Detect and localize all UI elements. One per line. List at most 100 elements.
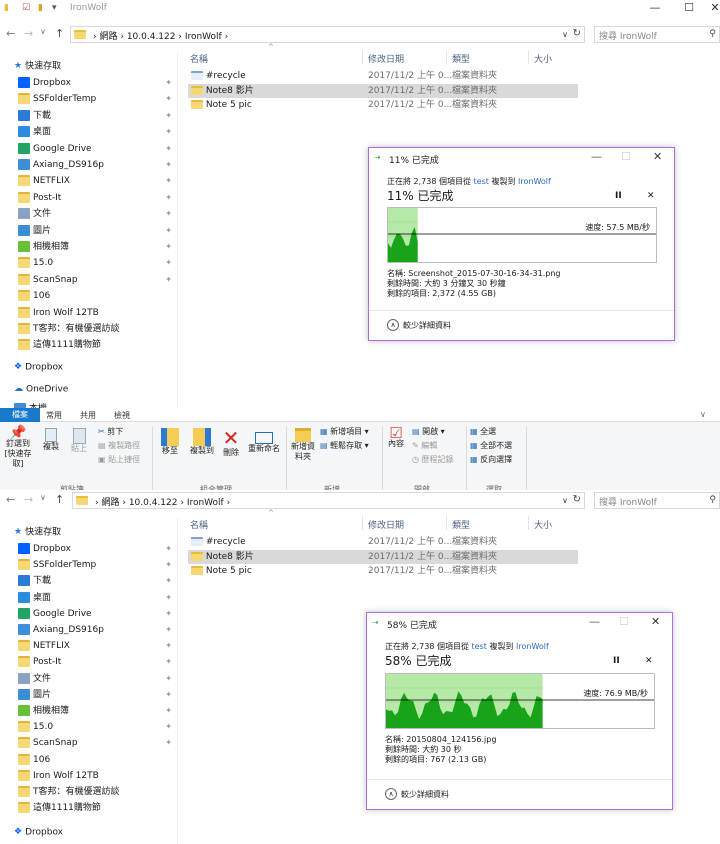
close-button[interactable]: ✕ [700,1,720,14]
cut-button[interactable]: ✂ 剪下 [98,426,123,437]
sidebar-item[interactable]: Axiang_DS916p ✦ [18,622,178,638]
sidebar-item[interactable]: 下載 ✦ [18,108,178,124]
sidebar-item[interactable]: Post-It ✦ [18,654,178,670]
expand-ribbon-icon[interactable]: ∨ [700,410,706,419]
back-arrow-icon[interactable]: ← [6,27,15,40]
sidebar-item[interactable]: 下載 ✦ [18,573,178,589]
sidebar-item[interactable]: T客邦：有機優選訪談 [18,784,178,800]
recent-locations-icon[interactable]: ∨ [40,27,46,36]
sidebar-item[interactable]: 文件 ✦ [18,206,178,222]
cancel-button[interactable]: ✕ [645,656,653,666]
back-arrow-icon[interactable]: ← [6,493,15,506]
forward-arrow-icon[interactable]: → [24,493,33,506]
up-arrow-icon[interactable]: ↑ [55,27,64,40]
column-size[interactable]: 大小 [534,518,552,531]
nav-onedrive[interactable]: ☁ OneDrive [14,381,174,397]
column-date[interactable]: 修改日期 [368,518,404,531]
address-dropdown-icon[interactable]: ∨ [562,496,568,505]
pause-button[interactable]: II [615,191,622,201]
sidebar-item[interactable]: 圖片 ✦ [18,687,178,703]
column-divider[interactable] [446,516,447,530]
source-link[interactable]: test [472,642,487,651]
chevron-up-icon[interactable]: ∧ [385,788,397,800]
address-box[interactable]: › 網路 › 10.0.4.122 › IronWolf › ∨ ↻ [70,26,585,43]
recent-locations-icon[interactable]: ∨ [40,493,46,502]
breadcrumb-ironwolf[interactable]: IronWolf [185,32,222,42]
edit-button[interactable]: ✎ 編輯 [412,440,437,451]
breadcrumb-network[interactable]: 網路 [101,498,119,508]
cancel-button[interactable]: ✕ [647,191,655,201]
source-link[interactable]: test [474,177,489,186]
paste-shortcut-button[interactable]: ▣ 貼上捷徑 [98,454,140,465]
sidebar-item[interactable]: Axiang_DS916p ✦ [18,157,178,173]
column-divider[interactable] [362,50,363,64]
sidebar-item[interactable]: 106 [18,288,178,304]
column-name[interactable]: 名稱 [190,52,208,65]
select-all-button[interactable]: ▦ 全選 [470,426,496,437]
fewer-details-button[interactable]: 較少詳細資料 [403,320,451,331]
new-folder-icon[interactable]: ▮ [38,3,43,13]
tab-home[interactable]: 常用 [46,410,62,421]
new-item-button[interactable]: ▦ 新增項目 ▾ [320,426,369,437]
column-type[interactable]: 類型 [452,52,470,65]
column-divider[interactable] [362,516,363,530]
search-input[interactable]: 搜尋 IronWolf ⚲ [594,492,720,509]
sidebar-item[interactable]: 15.0 ✦ [18,255,178,271]
column-name[interactable]: 名稱 [190,518,208,531]
sidebar-item[interactable]: 這傳1111購物節 [18,337,178,353]
dialog-minimize-button[interactable]: — [589,615,600,628]
file-row[interactable]: #recycle 2017/11/2 上午 0... 檔案資料夾 [188,69,578,83]
sidebar-item[interactable]: 相機相簿 ✦ [18,239,178,255]
up-arrow-icon[interactable]: ↑ [55,493,64,506]
invert-selection-button[interactable]: ▦ 反向選擇 [470,454,512,465]
sidebar-item[interactable]: 桌面 ✦ [18,590,178,606]
breadcrumb-ironwolf[interactable]: IronWolf [187,498,224,508]
minimize-button[interactable]: — [640,1,670,14]
nav-dropbox-root[interactable]: ❖ Dropbox [14,359,174,375]
fewer-details-button[interactable]: 較少詳細資料 [401,789,449,800]
sidebar-item[interactable]: ScanSnap ✦ [18,272,178,288]
file-row[interactable]: Note8 影片 2017/11/2 上午 0... 檔案資料夾 [188,549,578,564]
dialog-close-button[interactable]: ✕ [651,615,660,628]
column-date[interactable]: 修改日期 [368,52,404,65]
sidebar-item[interactable]: 106 [18,752,178,768]
select-none-button[interactable]: ▦ 全部不選 [470,440,512,451]
sidebar-item[interactable]: 相機相簿 ✦ [18,703,178,719]
paste-button[interactable]: 貼上 [66,428,92,454]
move-to-button[interactable]: 移至 [156,428,184,456]
dialog-close-button[interactable]: ✕ [653,150,662,163]
column-divider[interactable] [528,516,529,530]
sidebar-item[interactable]: 這傳1111購物節 [18,800,178,816]
properties-button[interactable]: ☑ 內容 [384,426,408,449]
file-row[interactable]: Note8 影片 2017/11/2 上午 0... 檔案資料夾 [188,83,578,98]
dialog-maximize-button[interactable]: ☐ [619,615,629,628]
easy-access-button[interactable]: ▤ 輕鬆存取 ▾ [320,440,369,451]
dialog-maximize-button[interactable]: ☐ [621,150,631,163]
rename-button[interactable]: 重新命名 [244,428,284,454]
copy-to-button[interactable]: 複製到 [186,428,218,456]
address-box[interactable]: › 網路 › 10.0.4.122 › IronWolf › ∨ ↻ [72,492,585,509]
sidebar-item[interactable]: Iron Wolf 12TB [18,305,178,321]
chevron-up-icon[interactable]: ∧ [387,319,399,331]
column-divider[interactable] [446,50,447,64]
file-row[interactable]: #recycle 2017/11/2 上午 0... 檔案資料夾 [188,535,578,549]
search-input[interactable]: 搜尋 IronWolf ⚲ [594,26,720,43]
breadcrumb-host[interactable]: 10.0.4.122 [127,32,176,42]
sidebar-item[interactable]: SSFolderTemp ✦ [18,557,178,573]
dialog-minimize-button[interactable]: — [591,150,602,163]
forward-arrow-icon[interactable]: → [24,27,33,40]
nav-this-pc[interactable]: 本機 [14,401,174,408]
sidebar-item[interactable]: NETFLIX ✦ [18,173,178,189]
sidebar-item[interactable]: 圖片 ✦ [18,223,178,239]
breadcrumb-network[interactable]: 網路 [99,32,117,42]
pause-button[interactable]: II [613,656,620,666]
sidebar-item[interactable]: ScanSnap ✦ [18,735,178,751]
sidebar-item[interactable]: 文件 ✦ [18,671,178,687]
address-dropdown-icon[interactable]: ∨ [562,30,568,39]
tab-file[interactable]: 檔案 [0,408,40,422]
sidebar-item[interactable]: Dropbox ✦ [18,541,178,557]
quick-access[interactable]: ★ 快速存取 [14,524,174,540]
refresh-icon[interactable]: ↻ [573,28,581,39]
properties-icon[interactable]: ☑ [22,3,30,13]
column-divider[interactable] [528,50,529,64]
